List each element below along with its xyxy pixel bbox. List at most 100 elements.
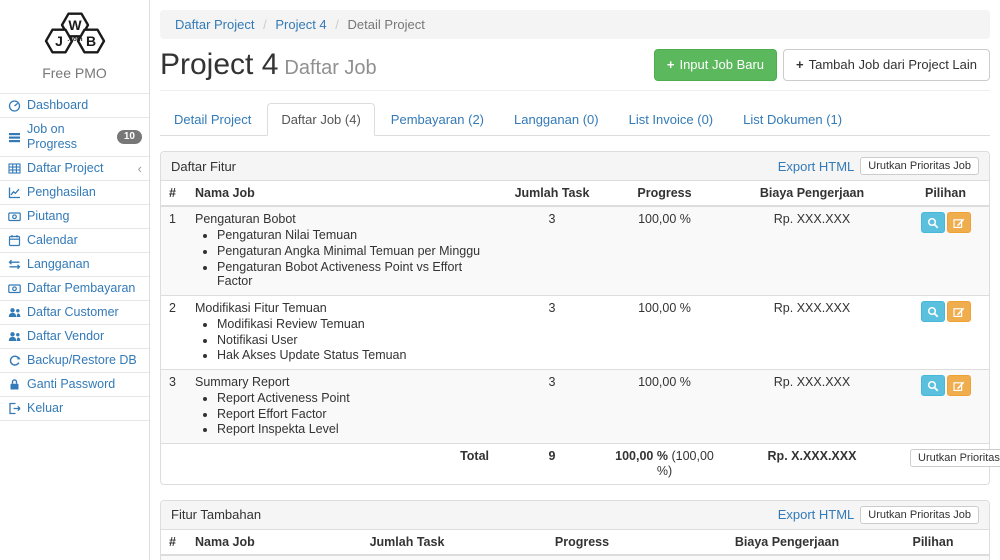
table-row: 1 Pengaturan Bobot Pengaturan Nilai Temu…	[161, 206, 989, 295]
search-icon	[927, 217, 939, 229]
task-count: 3	[497, 370, 607, 444]
table-row: 2 Modifikasi Fitur Temuan Modifikasi Rev…	[161, 296, 989, 370]
sidebar-item-label: Piutang	[27, 209, 69, 224]
edit-icon	[953, 306, 965, 318]
col-pilihan: Pilihan	[877, 530, 989, 555]
urutkan-prioritas-job-button[interactable]: Urutkan Prioritas Job	[860, 157, 979, 175]
money-icon	[7, 210, 21, 223]
fitur-tambahan-table: # Nama Job Jumlah Task Progress Biaya Pe…	[161, 530, 989, 560]
sidebar-item-calendar[interactable]: Calendar	[0, 229, 149, 253]
brand-name: Free PMO	[0, 65, 149, 81]
edit-job-button[interactable]	[947, 375, 971, 396]
sidebar-item-label: Backup/Restore DB	[27, 353, 137, 368]
plus-icon: +	[796, 56, 804, 74]
sidebar-item-backup-restore-db[interactable]: Backup/Restore DB	[0, 349, 149, 373]
tab-detail-project[interactable]: Detail Project	[160, 103, 265, 136]
breadcrumb-link-project-4[interactable]: Project 4	[275, 17, 326, 32]
col-nama-job: Nama Job	[187, 530, 347, 555]
sidebar-item-daftar-customer[interactable]: Daftar Customer	[0, 301, 149, 325]
task-count: 3	[497, 296, 607, 370]
sidebar-item-job-on-progress[interactable]: Job on Progress 10	[0, 118, 149, 157]
logo-com-text: .com	[67, 36, 82, 43]
job-subtasks: Pengaturan Nilai Temuan Pengaturan Angka…	[217, 228, 489, 289]
sidebar-item-daftar-project[interactable]: Daftar Project ‹	[0, 157, 149, 181]
sidebar-item-label: Dashboard	[27, 98, 88, 113]
table-total-row: Total 9 100,00 % (100,00 %) Rp. X.XXX.XX…	[161, 444, 989, 484]
app-logo: W J B .com Free PMO	[0, 0, 149, 93]
input-job-baru-button[interactable]: + Input Job Baru	[654, 49, 777, 81]
view-job-button[interactable]	[921, 301, 945, 322]
breadcrumb-separator: /	[258, 17, 272, 32]
col-jumlah-task: Jumlah Task	[347, 530, 467, 555]
app-layout: W J B .com Free PMO Dashboard Job on Pro…	[0, 0, 1000, 560]
sidebar-item-dashboard[interactable]: Dashboard	[0, 94, 149, 118]
edit-icon	[953, 217, 965, 229]
urutkan-prioritas-job-button[interactable]: Urutkan Prioritas Job	[860, 506, 979, 524]
edit-job-button[interactable]	[947, 301, 971, 322]
sidebar-item-ganti-password[interactable]: Ganti Password	[0, 373, 149, 397]
job-title: Modifikasi Fitur Temuan	[195, 301, 489, 316]
tab-pembayaran[interactable]: Pembayaran (2)	[377, 103, 498, 136]
urutkan-prioritas-job-button[interactable]: Urutkan Prioritas Job	[910, 449, 1000, 467]
task-count: 1	[347, 555, 467, 560]
cost-value: Rp. XXX.XXX	[722, 370, 902, 444]
panel-title: Fitur Tambahan	[171, 507, 261, 522]
breadcrumb-link-daftar-project[interactable]: Daftar Project	[175, 17, 254, 32]
job-count-badge: 10	[117, 130, 142, 144]
sidebar-item-piutang[interactable]: Piutang	[0, 205, 149, 229]
sidebar-item-label: Keluar	[27, 401, 63, 416]
cost-value: Rp. XXX.XXX	[722, 206, 902, 295]
tab-list-dokumen[interactable]: List Dokumen (1)	[729, 103, 856, 136]
main-content: Daftar Project / Project 4 / Detail Proj…	[150, 0, 1000, 560]
col-number: #	[161, 530, 187, 555]
export-html-link[interactable]: Export HTML	[778, 507, 855, 522]
cost-value: Rp. XXX.XXX	[722, 296, 902, 370]
line-chart-icon	[7, 186, 21, 199]
table-row: 1 Modifikasi Profil User Tab F/U Temuan …	[161, 555, 989, 560]
col-biaya-pengerjaan: Biaya Pengerjaan	[697, 530, 877, 555]
export-html-link[interactable]: Export HTML	[778, 159, 855, 174]
view-job-button[interactable]	[921, 375, 945, 396]
sign-out-icon	[7, 402, 21, 415]
edit-job-button[interactable]	[947, 212, 971, 233]
project-title: Project 4	[160, 48, 278, 81]
sidebar-item-langganan[interactable]: Langganan	[0, 253, 149, 277]
fitur-tambahan-panel: Fitur Tambahan Export HTML Urutkan Prior…	[160, 500, 990, 560]
tambah-job-dari-project-lain-button[interactable]: + Tambah Job dari Project Lain	[783, 49, 990, 81]
tab-langganan[interactable]: Langganan (0)	[500, 103, 613, 136]
view-job-button[interactable]	[921, 212, 945, 233]
sidebar-item-label: Langganan	[27, 257, 90, 272]
logo-letter-w: W	[68, 17, 82, 33]
table-header-row: # Nama Job Jumlah Task Progress Biaya Pe…	[161, 530, 989, 555]
breadcrumb: Daftar Project / Project 4 / Detail Proj…	[160, 10, 990, 39]
job-title: Summary Report	[195, 375, 489, 390]
refresh-icon	[7, 354, 21, 367]
col-nama-job: Nama Job	[187, 181, 497, 206]
chevron-left-icon: ‹	[138, 164, 142, 174]
tasks-icon	[7, 131, 21, 144]
page-subtitle: Daftar Job	[284, 57, 376, 79]
panel-heading: Fitur Tambahan Export HTML Urutkan Prior…	[161, 501, 989, 530]
table-row: 3 Summary Report Report Activeness Point…	[161, 370, 989, 444]
sidebar-item-daftar-pembayaran[interactable]: Daftar Pembayaran	[0, 277, 149, 301]
job-subtasks: Report Activeness Point Report Effort Fa…	[217, 391, 489, 437]
job-subtasks: Modifikasi Review Temuan Notifikasi User…	[217, 317, 489, 363]
sidebar-item-daftar-vendor[interactable]: Daftar Vendor	[0, 325, 149, 349]
sidebar-item-label: Calendar	[27, 233, 78, 248]
logo-letter-b: B	[85, 33, 95, 49]
tab-list-invoice[interactable]: List Invoice (0)	[615, 103, 728, 136]
col-biaya-pengerjaan: Biaya Pengerjaan	[722, 181, 902, 206]
cost-value: Rp. XXX.XXX	[697, 555, 877, 560]
sidebar-item-label: Daftar Customer	[27, 305, 119, 320]
total-cost: Rp. X.XXX.XXX	[722, 444, 902, 484]
col-progress: Progress	[467, 530, 697, 555]
sidebar-item-penghasilan[interactable]: Penghasilan	[0, 181, 149, 205]
panel-title: Daftar Fitur	[171, 159, 236, 174]
daftar-fitur-table: # Nama Job Jumlah Task Progress Biaya Pe…	[161, 181, 989, 483]
progress-value: 100,00 %	[467, 555, 697, 560]
sidebar: W J B .com Free PMO Dashboard Job on Pro…	[0, 0, 150, 560]
money-icon	[7, 282, 21, 295]
col-number: #	[161, 181, 187, 206]
sidebar-item-keluar[interactable]: Keluar	[0, 397, 149, 421]
tab-daftar-job[interactable]: Daftar Job (4)	[267, 103, 374, 136]
